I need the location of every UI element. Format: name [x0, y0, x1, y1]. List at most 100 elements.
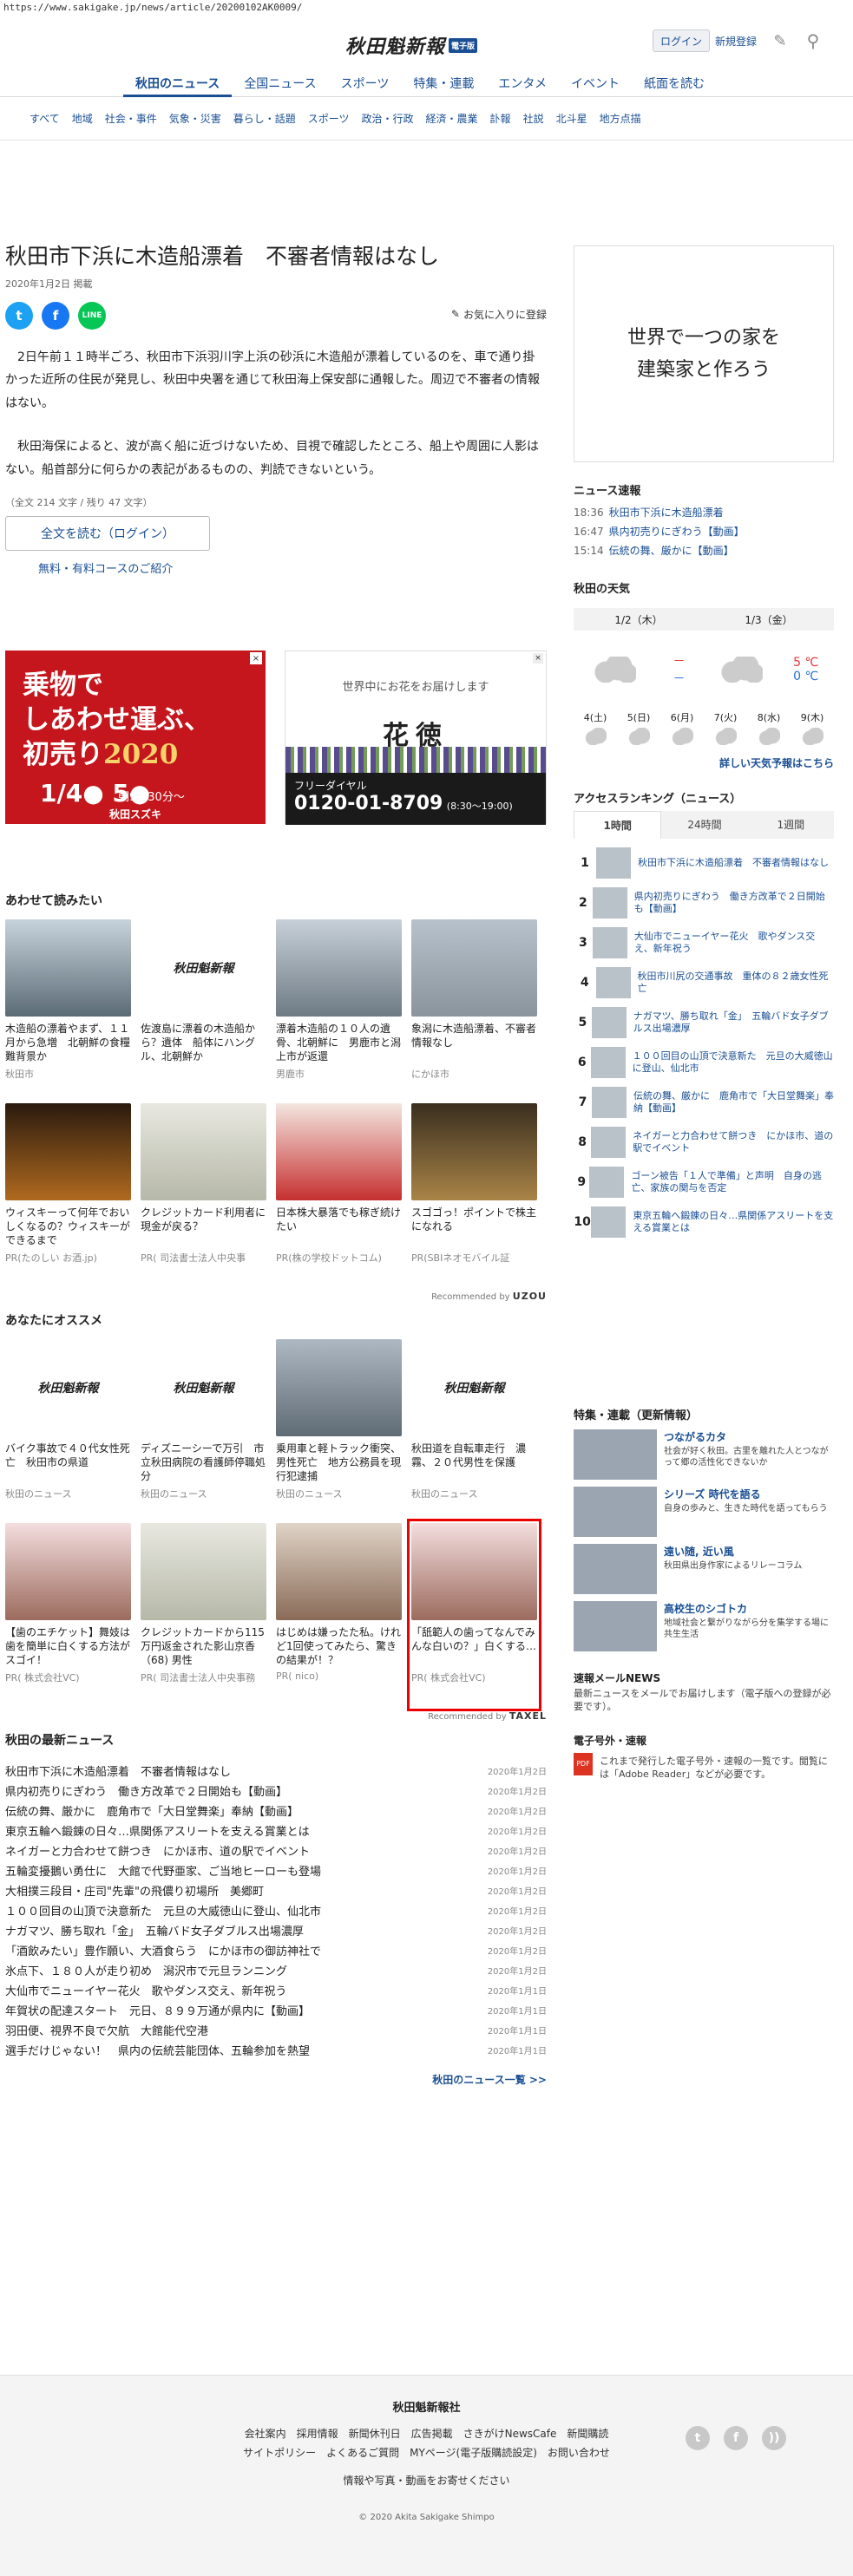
nav-national-news[interactable]: 全国ニュース — [232, 71, 328, 97]
latest-news-row[interactable]: 県内初売りにぎわう 働き方改革で２日開始も【動画】 2020年1月2日 — [5, 1781, 547, 1801]
subnav-item[interactable]: 社説 — [523, 111, 544, 126]
register-button[interactable]: 新規登録 — [708, 29, 764, 52]
article-card[interactable]: 秋田魁新報 秋田道を自転車走行 濃霧、２０代男性を保護 秋田のニュース — [411, 1339, 537, 1523]
article-card[interactable]: ウィスキーって何年でおいしくなるの？ウィスキーができるまで PR(たのしい お酒.… — [5, 1103, 131, 1287]
article-card[interactable]: はじめは嫌ったた私。けれど1回使ってみたら、驚きの結果が！？ PR( nico) — [276, 1523, 402, 1707]
subnav-item[interactable]: 政治・行政 — [362, 111, 414, 126]
feature-item[interactable]: つながるカタ 社会が好く秋田。古里を離れた人とつながって郷の活性化できないか — [574, 1429, 834, 1480]
subnav-item[interactable]: スポーツ — [308, 111, 350, 126]
close-icon[interactable]: × — [533, 653, 543, 664]
article-card[interactable]: 秋田魁新報 佐渡島に漂着の木造船から？遺体 船体にハングル、北朝鮮か — [141, 919, 266, 1103]
flash-item[interactable]: 15:14 伝統の舞、厳かに【動画】 — [574, 541, 834, 560]
tab-1hour[interactable]: 1時間 — [574, 811, 662, 839]
article-card[interactable]: 「舐範人の歯ってなんでみんな白いの？」白くする… PR( 株式会社VC) — [407, 1519, 541, 1711]
latest-news-row[interactable]: 東京五輪へ鍛錬の日々…県関係アスリートを支える賞業とは 2020年1月2日 — [5, 1821, 547, 1840]
subnav-item[interactable]: 社会・事件 — [105, 111, 157, 126]
nav-events[interactable]: イベント — [559, 71, 632, 97]
ranking-item[interactable]: 9 ゴーン被告「１人で準備」と声明 自身の逃亡、家族の関与を否定 — [574, 1163, 834, 1201]
article-card[interactable]: 秋田魁新報 ディズニーシーで万引 市立秋田病院の看護師停職処分 秋田のニュース — [141, 1339, 266, 1523]
flash-item[interactable]: 18:36 秋田市下浜に木造船漂着 — [574, 503, 834, 522]
latest-news-row[interactable]: ナガマツ、勝ち取れ「金」 五輪バド女子ダブルス出場濃厚 2020年1月2日 — [5, 1920, 547, 1940]
feature-item[interactable]: シリーズ 時代を語る 自身の歩みと、生きた時代を語ってもらう — [574, 1487, 834, 1537]
feature-item[interactable]: 遠い随, 近い風 秋田県出身作家によるリレーコラム — [574, 1544, 834, 1594]
footer-link[interactable]: 新聞購読 — [567, 2428, 608, 2440]
ranking-item[interactable]: 5 ナガマツ、勝ち取れ「金」 五輪バド女子ダブルス出場濃厚 — [574, 1004, 834, 1042]
suzuki-ad[interactable]: × 乗物で しあわせ運ぶ、 初売り2020 1/4● 5● 朝9時30分～ 秋田… — [5, 651, 266, 824]
ranking-item[interactable]: 7 伝統の舞、厳かに 鹿角市で「大日堂舞楽」奉納【動画】 — [574, 1083, 834, 1121]
site-logo[interactable]: 秋田魁新報 電子版 — [345, 31, 478, 59]
sidebar-ad[interactable]: 世界で一つの家を 建築家と作ろう — [574, 245, 834, 462]
mail-news-title[interactable]: 速報メールNEWS — [574, 1670, 834, 1685]
latest-news-row[interactable]: 五輪変擾鵝い勇仕に 大館で代野亜家、ご当地ヒーローも登場 2020年1月2日 — [5, 1860, 547, 1880]
footer-link[interactable]: MYページ(電子版購読設定) — [410, 2447, 537, 2459]
tab-1week[interactable]: 1週間 — [747, 811, 834, 839]
latest-news-row[interactable]: ネイガーと力合わせて餅つき にかほ市、道の駅でイベント 2020年1月2日 — [5, 1840, 547, 1860]
login-button[interactable]: ログイン — [653, 29, 711, 52]
footer-link[interactable]: 採用情報 — [297, 2428, 338, 2440]
article-card[interactable]: 乗用車と軽トラック衝突、男性死亡 地方公務員を現行犯逮捕 秋田のニュース — [276, 1339, 402, 1523]
latest-news-row[interactable]: 羽田便、視界不良で欠航 大館能代空港 2020年1月1日 — [5, 2020, 547, 2040]
facebook-icon[interactable]: f — [724, 2426, 748, 2450]
subnav-item[interactable]: 北斗星 — [556, 111, 587, 126]
article-card[interactable]: 秋田魁新報 バイク事故で４０代女性死亡 秋田市の県道 秋田のニュース — [5, 1339, 131, 1523]
flash-item[interactable]: 16:47 県内初売りにぎわう【動画】 — [574, 522, 834, 541]
feature-item[interactable]: 高校生のシゴトカ 地域社会と繋がりながら分を集学する場に共生生活 — [574, 1601, 834, 1651]
ranking-item[interactable]: 2 県内初売りにぎわう 働き方改革で２日開始も【動画】 — [574, 884, 834, 922]
read-full-button[interactable]: 全文を読む（ログイン） — [5, 516, 210, 552]
nav-sports[interactable]: スポーツ — [329, 71, 402, 97]
article-card[interactable]: クレジットカード利用者に現金が戻る？ PR( 司法書士法人中央事 — [141, 1103, 266, 1287]
footer-link[interactable]: 会社案内 — [245, 2428, 286, 2440]
ranking-item[interactable]: 10 東京五輪へ鍛錬の日々…県関係アスリートを支える賞業とは — [574, 1203, 834, 1241]
latest-news-row[interactable]: 大仙市でニューイヤー花火 歌やダンス交え、新年祝う 2020年1月1日 — [5, 1980, 547, 2000]
footer-link[interactable]: 広告掲載 — [411, 2428, 453, 2440]
rss-icon[interactable]: )) — [762, 2426, 786, 2450]
article-card[interactable]: 象潟に木造船漂着、不審者情報なし にかほ市 — [411, 919, 537, 1103]
footer-link[interactable]: サイトポリシー — [243, 2447, 316, 2459]
subnav-item[interactable]: 地方点描 — [600, 111, 641, 126]
weather-detail-link[interactable]: 詳しい天気予報はこちら — [574, 755, 834, 770]
clip-icon[interactable]: ✎ — [770, 29, 791, 52]
nav-entertainment[interactable]: エンタメ — [486, 71, 559, 97]
close-icon[interactable]: × — [250, 652, 262, 664]
twitter-share-icon[interactable]: t — [5, 301, 33, 330]
subnav-item[interactable]: 地域 — [72, 111, 93, 126]
favorite-button[interactable]: ✎ お気に入りに登録 — [451, 307, 547, 322]
more-news-link[interactable]: 秋田のニュース一覧 >> — [5, 2072, 547, 2087]
latest-news-row[interactable]: 「酒飲みたい」豊作願い、大酒食らう にかほ市の御訪神社で 2020年1月2日 — [5, 1940, 547, 1960]
latest-news-row[interactable]: 年賀状の配達スタート 元日、８９９万通が県内に【動画】 2020年1月1日 — [5, 2000, 547, 2020]
footer-link[interactable]: 情報や写真・動画をお寄せください — [343, 2475, 509, 2487]
article-card[interactable]: スゴゴっ！ポイントで株主になれる PR(SBIネオモバイル証 — [411, 1103, 537, 1287]
search-icon[interactable]: ⚲ — [803, 29, 823, 52]
twitter-icon[interactable]: t — [686, 2426, 710, 2450]
latest-news-row[interactable]: 氷点下、１８０人が走り初め 潟沢市で元旦ランニング 2020年1月2日 — [5, 1960, 547, 1980]
article-card[interactable]: 日本株大暴落でも稼ぎ続けたい PR(株の学校ドットコム) — [276, 1103, 402, 1287]
article-card[interactable]: 木造船の漂着やまず、１１月から急増 北朝鮮の食糧難背景か 秋田市 — [5, 919, 131, 1103]
latest-news-row[interactable]: １００回目の山頂で決意新た 元旦の大威徳山に登山、仙北市 2020年1月2日 — [5, 1900, 547, 1920]
ranking-item[interactable]: 6 １００回目の山頂で決意新た 元旦の大威徳山に登山、仙北市 — [574, 1043, 834, 1082]
footer-link[interactable]: 新聞休刊日 — [349, 2428, 401, 2440]
ranking-item[interactable]: 3 大仙市でニューイヤー花火 歌やダンス交え、新年祝う — [574, 924, 834, 962]
ranking-item[interactable]: 4 秋田市川尻の交通事故 重体の８２歳女性死亡 — [574, 964, 834, 1002]
subnav-item[interactable]: すべて — [30, 111, 60, 126]
extra-title[interactable]: 電子号外・速報 — [574, 1733, 834, 1748]
footer-link[interactable]: よくあるご質問 — [326, 2447, 399, 2459]
latest-news-row[interactable]: 伝統の舞、厳かに 鹿角市で「大日堂舞楽」奉納【動画】 2020年1月2日 — [5, 1801, 547, 1821]
subnav-item[interactable]: 経済・農業 — [426, 111, 478, 126]
nav-paper[interactable]: 紙面を読む — [632, 71, 717, 97]
line-share-icon[interactable]: LINE — [78, 301, 106, 330]
latest-news-row[interactable]: 秋田市下浜に木造船漂着 不審者情報はなし 2020年1月2日 — [5, 1761, 547, 1781]
ranking-item[interactable]: 8 ネイガーと力合わせて餅つき にかほ市、道の駅でイベント — [574, 1123, 834, 1161]
subnav-item[interactable]: 気象・災害 — [169, 111, 221, 126]
nav-features[interactable]: 特集・連載 — [401, 71, 486, 97]
hanatoku-ad[interactable]: × 世界中にお花をお届けします 花徳 フリーダイヤル 0120-01-8709 … — [285, 651, 547, 825]
ranking-item[interactable]: 1 秋田市下浜に木造船漂着 不審者情報はなし — [574, 844, 834, 882]
latest-news-row[interactable]: 選手だけじゃない！ 県内の伝統芸能団体、五輪参加を熱望 2020年1月1日 — [5, 2040, 547, 2060]
latest-news-row[interactable]: 大相撲三段目・庄司"先輩"の飛儂り初場所 美郷町 2020年1月2日 — [5, 1880, 547, 1900]
subnav-item[interactable]: 暮らし・話題 — [233, 111, 296, 126]
tab-24hours[interactable]: 24時間 — [661, 811, 748, 839]
course-link[interactable]: 無料・有料コースのご紹介 — [38, 559, 547, 576]
footer-link[interactable]: お問い合わせ — [548, 2447, 610, 2459]
nav-akita-news[interactable]: 秋田のニュース — [123, 71, 233, 97]
facebook-share-icon[interactable]: f — [42, 301, 69, 330]
footer-link[interactable]: さきがけNewsCafe — [463, 2428, 557, 2440]
